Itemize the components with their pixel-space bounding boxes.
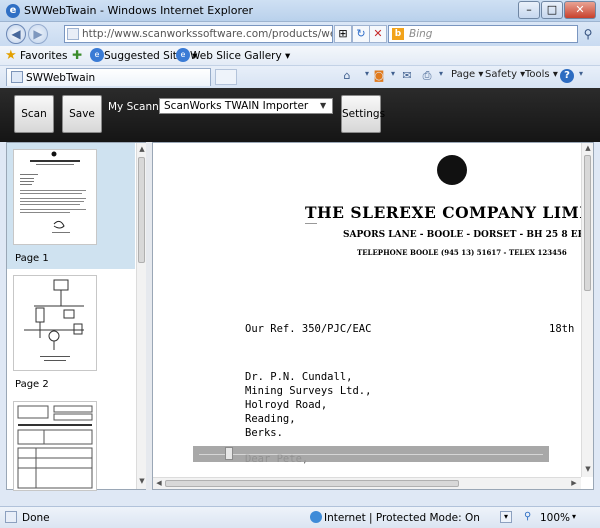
page-icon xyxy=(67,28,79,40)
help-dropdown-icon[interactable]: ▾ xyxy=(574,69,588,83)
document-horizontal-scrollbar[interactable]: ◀ ▶ xyxy=(153,477,581,489)
company-logo xyxy=(437,155,467,185)
favorites-button[interactable]: Favorites xyxy=(20,50,67,62)
print-dropdown-icon[interactable]: ▾ xyxy=(434,69,448,83)
read-mail-icon[interactable]: ✉ xyxy=(400,69,414,83)
search-placeholder[interactable]: Bing xyxy=(409,28,432,40)
document-vertical-scrollbar[interactable]: ▲ ▼ xyxy=(581,143,593,477)
zoom-slider-handle[interactable] xyxy=(225,447,233,460)
recipient-line: Dr. P.N. Cundall, xyxy=(245,371,353,383)
internet-zone-icon xyxy=(310,511,322,523)
safety-menu[interactable]: Safety ▾ xyxy=(485,69,525,80)
horizontal-scroll-thumb[interactable] xyxy=(165,480,459,487)
page-status-icon xyxy=(5,511,17,523)
window-title: SWWebTwain - Windows Internet Explorer xyxy=(24,4,254,17)
app-toolbar: Scan Save My Scanner: ScanWorks TWAIN Im… xyxy=(0,88,600,142)
thumbnail-scrollbar[interactable]: ▲ ▼ xyxy=(136,143,146,489)
suggested-sites-icon: e xyxy=(90,48,104,62)
thumbnail-image-2[interactable] xyxy=(13,275,97,371)
new-tab-button[interactable] xyxy=(215,69,237,85)
feeds-icon[interactable]: ◙ xyxy=(372,69,386,83)
favorites-bar: ★ Favorites ✚ e Suggested Sites ▾ e Web … xyxy=(0,46,600,66)
zoom-slider-track xyxy=(199,454,543,455)
tools-menu[interactable]: Tools ▾ xyxy=(525,69,558,80)
title-bar: e SWWebTwain - Windows Internet Explorer… xyxy=(0,0,600,22)
security-zone[interactable]: Internet | Protected Mode: On xyxy=(324,512,480,524)
save-button[interactable]: Save xyxy=(62,95,102,133)
recipient-line: Reading, xyxy=(245,413,296,425)
maximize-button[interactable]: □ xyxy=(541,1,563,19)
search-box[interactable]: b Bing xyxy=(388,25,578,43)
scroll-left-icon[interactable]: ◀ xyxy=(154,479,164,487)
circuit-thumbnail-icon xyxy=(24,279,84,361)
feeds-dropdown-icon[interactable]: ▾ xyxy=(386,69,400,83)
back-button[interactable]: ◀ xyxy=(6,24,26,44)
status-text: Done xyxy=(22,512,50,524)
web-slice-gallery-icon: e xyxy=(176,48,190,62)
thumbnail-scroll-thumb[interactable] xyxy=(138,157,145,263)
recipient-line: Holroyd Road, xyxy=(245,399,328,411)
minimize-button[interactable]: – xyxy=(518,1,540,19)
divider xyxy=(305,223,317,224)
thumbnail-page-3[interactable] xyxy=(7,395,135,491)
our-reference: Our Ref. 350/PJC/EAC xyxy=(245,323,372,335)
address-url[interactable]: http://www.scanworkssoftware.com/product… xyxy=(82,28,332,40)
tab-page-icon xyxy=(11,71,23,83)
scanner-select[interactable]: ScanWorks TWAIN Importer ▼ xyxy=(159,98,333,114)
forward-button[interactable]: ▶ xyxy=(28,24,48,44)
add-to-favorites-icon[interactable]: ✚ xyxy=(72,48,86,62)
search-icon[interactable]: ⚲ xyxy=(580,25,596,43)
zoom-dropdown-icon[interactable]: ▾ xyxy=(572,512,576,521)
favorites-star-icon[interactable]: ★ xyxy=(5,48,17,63)
close-window-button[interactable]: ✕ xyxy=(564,1,596,19)
recipient-line: Mining Surveys Ltd., xyxy=(245,385,372,397)
settings-button[interactable]: Settings xyxy=(341,95,385,133)
web-slice-gallery-link[interactable]: Web Slice Gallery ▾ xyxy=(190,50,290,62)
company-telephone: TELEPHONE BOOLE (945 13) 51617 - TELEX 1… xyxy=(357,248,567,257)
form-thumbnail-icon xyxy=(17,405,93,489)
bing-icon: b xyxy=(392,28,404,40)
chevron-down-icon: ▼ xyxy=(320,101,327,110)
scanner-select-value: ScanWorks TWAIN Importer xyxy=(164,100,309,112)
zoom-slider[interactable] xyxy=(193,446,549,462)
company-name: THE SLEREXE COMPANY LIMITED xyxy=(305,203,594,222)
page-menu[interactable]: Page ▾ xyxy=(451,69,483,80)
print-icon[interactable]: ⎙ xyxy=(420,69,434,83)
scan-button[interactable]: Scan xyxy=(14,95,54,133)
status-bar: Done Internet | Protected Mode: On ▾ ⚲ 1… xyxy=(0,506,600,528)
tab-row: SWWebTwain ⌂ ▾ ◙ ▾ ✉ ⎙ ▾ Page ▾ Safety ▾… xyxy=(0,66,600,88)
scroll-right-icon[interactable]: ▶ xyxy=(569,479,579,487)
tab-swwebtwain[interactable]: SWWebTwain xyxy=(6,68,211,86)
navigation-bar: ◀ ▶ http://www.scanworkssoftware.com/pro… xyxy=(0,22,600,46)
stop-button[interactable]: ✕ xyxy=(369,25,387,43)
refresh-button[interactable]: ↻ xyxy=(352,25,370,43)
page-label: Page 1 xyxy=(15,253,49,264)
address-bar[interactable]: http://www.scanworkssoftware.com/product… xyxy=(64,25,333,43)
ie-logo-icon: e xyxy=(6,4,20,18)
company-address: SAPORS LANE - BOOLE - DORSET - BH 25 8 E… xyxy=(343,230,586,240)
letter-thumbnail-icon xyxy=(20,151,86,233)
help-icon[interactable]: ? xyxy=(560,69,574,83)
tab-label: SWWebTwain xyxy=(26,72,96,84)
scroll-up-icon[interactable]: ▲ xyxy=(583,144,593,152)
thumbnail-page-1[interactable]: Page 1 xyxy=(7,143,135,269)
thumbnail-pane: Page 1 Page 2 ▲ ▼ xyxy=(6,142,146,491)
page-label: Page 2 xyxy=(15,379,49,390)
scroll-down-icon[interactable]: ▼ xyxy=(583,465,593,473)
vertical-scroll-thumb[interactable] xyxy=(584,155,591,291)
thumbnail-page-2[interactable]: Page 2 xyxy=(7,269,135,395)
home-icon[interactable]: ⌂ xyxy=(340,69,354,83)
zoom-level[interactable]: 100% xyxy=(540,512,570,524)
recipient-line: Berks. xyxy=(245,427,283,439)
thumbnail-image-1[interactable] xyxy=(13,149,97,245)
thumbnail-image-3[interactable] xyxy=(13,401,97,491)
zoom-icon[interactable]: ⚲ xyxy=(524,511,536,523)
document-viewer[interactable]: THE SLEREXE COMPANY LIMITED SAPORS LANE … xyxy=(152,142,594,490)
compatibility-view-icon[interactable]: ⊞ xyxy=(334,25,352,43)
page-actions-icon[interactable]: ▾ xyxy=(500,511,512,523)
